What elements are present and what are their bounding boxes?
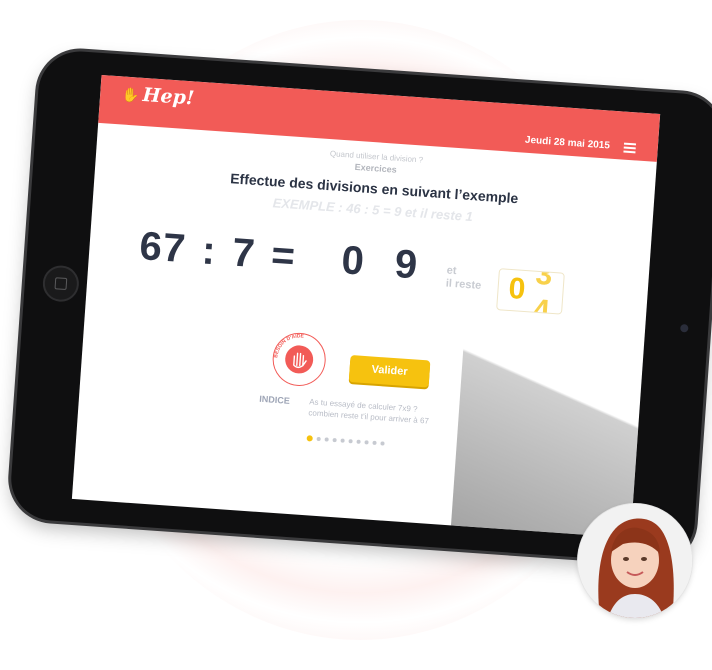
pagination-dot[interactable] (316, 436, 321, 442)
current-date: Jeudi 28 mai 2015 (524, 134, 611, 152)
division-equation: 67:7 = 0 9 (138, 224, 428, 289)
remainder-label: et il reste (445, 265, 482, 293)
student-avatar (578, 504, 692, 618)
app-logo[interactable]: ✋Hep! (121, 82, 196, 110)
pagination-dot[interactable] (348, 439, 353, 444)
pagination-dot[interactable] (340, 438, 345, 443)
tablet-device: ✋Hep! Jeudi 28 mai 2015 Quand utiliser l… (8, 48, 712, 566)
tablet-screen: ✋Hep! Jeudi 28 mai 2015 Quand utiliser l… (71, 74, 661, 538)
remainder-digit[interactable]: 0 (507, 272, 526, 307)
validate-button[interactable]: Valider (348, 355, 431, 388)
hamburger-icon[interactable] (623, 142, 637, 154)
pagination-dot[interactable] (364, 440, 369, 445)
divisor: 7 (230, 230, 258, 277)
dividend: 67 (138, 224, 188, 272)
remainder-digit-picker[interactable]: 0 3 4 (496, 268, 565, 315)
pagination-dot[interactable] (306, 435, 313, 442)
pagination-dot[interactable] (372, 440, 377, 446)
hint-text: As tu essayé de calculer 7x9 ? combien r… (308, 396, 430, 426)
equals-operator: = (269, 233, 298, 279)
screen-glare (450, 295, 647, 538)
hand-wave-icon: ✋ (121, 87, 141, 105)
remainder-label-il-reste: il reste (445, 277, 482, 292)
tablet-frame: ✋Hep! Jeudi 28 mai 2015 Quand utiliser l… (8, 48, 712, 566)
pagination-dot[interactable] (380, 441, 385, 446)
divide-operator: : (200, 228, 218, 274)
girl-portrait-icon (578, 504, 692, 618)
help-hand-icon[interactable]: BESOIN D'AIDE (270, 331, 328, 389)
pagination-dots (306, 435, 385, 446)
camera-icon (680, 323, 689, 333)
pagination-dot[interactable] (356, 439, 361, 444)
remainder-scroll-bottom[interactable]: 4 (532, 294, 551, 315)
hint-label: INDICE (258, 393, 291, 406)
pagination-dot[interactable] (324, 437, 329, 442)
logo-text: Hep! (141, 83, 196, 110)
pagination-dot[interactable] (332, 437, 337, 443)
remainder-scroll-top[interactable]: 3 (534, 268, 554, 293)
home-button[interactable] (41, 264, 81, 303)
home-square-icon (54, 277, 68, 291)
quotient-answer[interactable]: 0 9 (340, 238, 428, 289)
